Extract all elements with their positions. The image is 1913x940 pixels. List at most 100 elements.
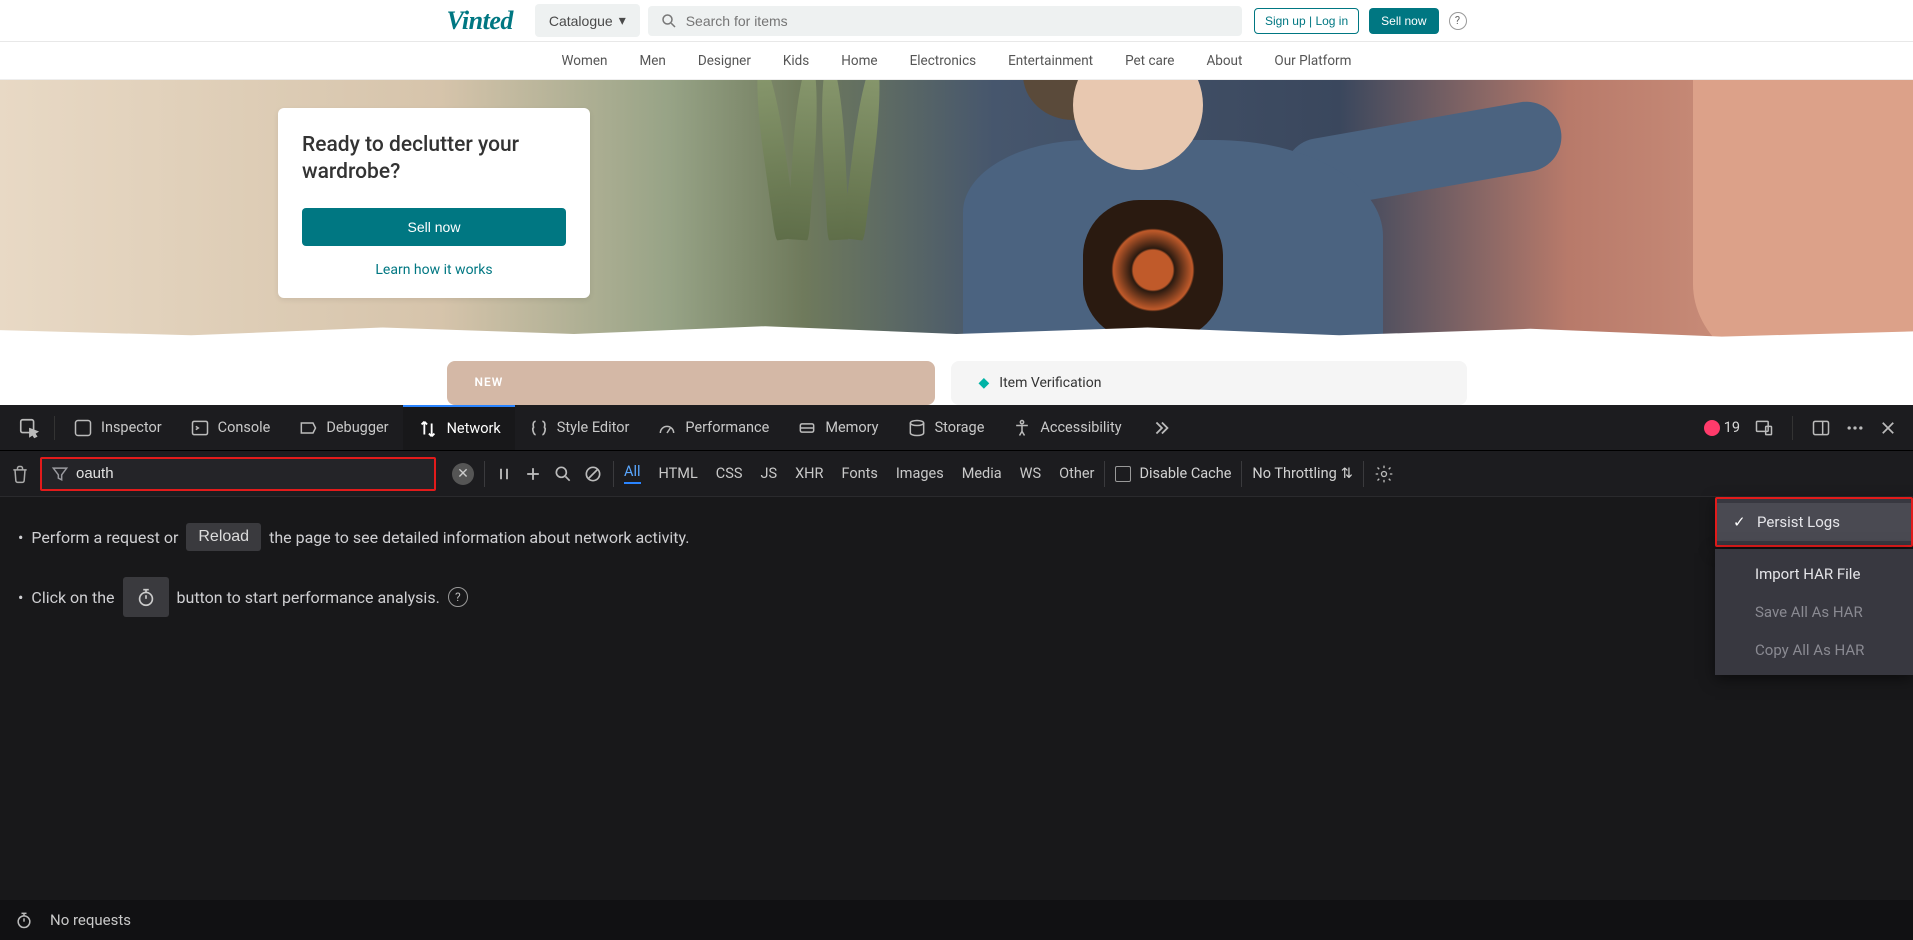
menu-save-har: Save All As HAR — [1715, 593, 1913, 631]
promo-card-new[interactable]: NEW — [447, 361, 935, 405]
filter-ws[interactable]: WS — [1020, 465, 1041, 482]
plus-icon[interactable] — [523, 464, 543, 484]
reload-button[interactable]: Reload — [186, 523, 261, 551]
hero-card: Ready to declutter yourwardrobe? Sell no… — [278, 108, 590, 298]
filter-icon — [50, 464, 70, 484]
pause-icon[interactable] — [495, 465, 513, 483]
filter-html[interactable]: HTML — [659, 465, 698, 482]
throttling-select[interactable]: No Throttling ⇅ — [1252, 465, 1352, 482]
menu-import-har[interactable]: Import HAR File — [1715, 555, 1913, 593]
tab-inspector[interactable]: Inspector — [59, 405, 176, 450]
bullet-icon: • — [18, 588, 23, 607]
nav-item[interactable]: Pet care — [1125, 53, 1174, 69]
filter-images[interactable]: Images — [896, 465, 944, 482]
nav-item[interactable]: Men — [639, 53, 665, 69]
filter-fonts[interactable]: Fonts — [841, 465, 877, 482]
header-right: Sign up | Log in Sell now ? — [1254, 8, 1467, 34]
filter-css[interactable]: CSS — [716, 465, 743, 482]
nav-item[interactable]: Designer — [698, 53, 751, 69]
network-settings-menu-rest: Import HAR File Save All As HAR Copy All… — [1715, 549, 1913, 675]
disable-cache-checkbox[interactable]: Disable Cache — [1115, 465, 1231, 482]
below-hero: NEW ◆ Item Verification — [447, 361, 1467, 405]
performance-icon — [657, 418, 677, 438]
hero-title: Ready to declutter yourwardrobe? — [302, 132, 566, 186]
tab-style-editor[interactable]: Style Editor — [515, 405, 644, 450]
network-toolbar: ✕ All HTML CSS JS XHR Fonts Images Media… — [0, 451, 1913, 497]
learn-how-link[interactable]: Learn how it works — [302, 262, 566, 278]
vinted-logo[interactable]: Vinted — [447, 6, 513, 36]
vinted-nav: Women Men Designer Kids Home Electronics… — [0, 42, 1913, 80]
vinted-page: Vinted Catalogue ▾ Sign up | Log in Sell… — [0, 0, 1913, 405]
nav-item[interactable]: Kids — [783, 53, 809, 69]
filter-other[interactable]: Other — [1059, 465, 1094, 482]
filter-media[interactable]: Media — [962, 465, 1002, 482]
sort-icon: ⇅ — [1341, 465, 1353, 482]
hero-image — [803, 80, 1913, 345]
tab-accessibility[interactable]: Accessibility — [998, 405, 1135, 450]
menu-copy-har: Copy All As HAR — [1715, 631, 1913, 669]
filter-urls-box[interactable] — [40, 457, 436, 491]
filter-urls-input[interactable] — [76, 465, 434, 482]
nav-item[interactable]: Entertainment — [1008, 53, 1093, 69]
network-settings-menu: ✓ Persist Logs — [1715, 497, 1913, 547]
filter-all[interactable]: All — [624, 463, 641, 484]
clear-filter-button[interactable]: ✕ — [452, 463, 474, 485]
bullet-icon: • — [18, 528, 23, 547]
stopwatch-icon — [135, 586, 157, 608]
tab-network[interactable]: Network — [403, 405, 515, 450]
vinted-header: Vinted Catalogue ▾ Sign up | Log in Sell… — [0, 0, 1913, 42]
nav-item[interactable]: Our Platform — [1274, 53, 1351, 69]
nav-item[interactable]: Electronics — [910, 53, 977, 69]
new-badge: NEW — [475, 375, 504, 389]
gear-icon[interactable] — [1374, 464, 1394, 484]
footer-status: No requests — [50, 911, 131, 929]
diamond-icon: ◆ — [979, 375, 990, 391]
tab-storage[interactable]: Storage — [893, 405, 999, 450]
inspector-icon — [73, 418, 93, 438]
tab-memory[interactable]: Memory — [783, 405, 892, 450]
tab-performance[interactable]: Performance — [643, 405, 783, 450]
stopwatch-icon[interactable] — [14, 910, 34, 930]
tab-debugger[interactable]: Debugger — [284, 405, 402, 450]
menu-persist-logs[interactable]: ✓ Persist Logs — [1717, 503, 1911, 541]
promo-verify-label: Item Verification — [999, 375, 1101, 391]
tab-overflow[interactable] — [1136, 405, 1186, 450]
responsive-icon[interactable] — [1754, 418, 1774, 438]
search-icon[interactable] — [553, 464, 573, 484]
hero-sell-now-button[interactable]: Sell now — [302, 208, 566, 246]
search-bar[interactable] — [648, 6, 1242, 36]
help-icon[interactable]: ? — [1449, 12, 1467, 30]
search-input[interactable] — [686, 13, 1230, 29]
nav-item[interactable]: Home — [841, 53, 877, 69]
help-icon[interactable]: ? — [448, 587, 468, 607]
close-icon[interactable] — [1879, 419, 1897, 437]
error-count[interactable]: 19 — [1704, 419, 1740, 436]
nav-item[interactable]: Women — [562, 53, 608, 69]
block-icon[interactable] — [583, 464, 603, 484]
error-dot-icon — [1704, 420, 1720, 436]
tab-console[interactable]: Console — [176, 405, 285, 450]
hint-line-2: • Click on the button to start performan… — [18, 577, 1895, 617]
promo-card-verification[interactable]: ◆ Item Verification — [951, 361, 1467, 405]
trash-icon[interactable] — [10, 464, 30, 484]
sell-now-button[interactable]: Sell now — [1369, 8, 1438, 34]
memory-icon — [797, 418, 817, 438]
network-body: • Perform a request or Reload the page t… — [0, 497, 1913, 900]
filter-xhr[interactable]: XHR — [795, 465, 823, 482]
hero-banner: Ready to declutter yourwardrobe? Sell no… — [0, 80, 1913, 345]
stopwatch-button[interactable] — [123, 577, 169, 617]
meatballs-icon[interactable] — [1845, 418, 1865, 438]
console-icon — [190, 418, 210, 438]
check-icon: ✓ — [1733, 513, 1747, 531]
devtools-topright: 19 — [1704, 416, 1905, 440]
filter-js[interactable]: JS — [760, 465, 777, 482]
style-icon — [529, 418, 549, 438]
dock-icon[interactable] — [1811, 418, 1831, 438]
catalogue-label: Catalogue — [549, 13, 613, 29]
accessibility-icon — [1012, 418, 1032, 438]
catalogue-button[interactable]: Catalogue ▾ — [535, 4, 640, 37]
search-icon — [660, 12, 678, 30]
signup-login-button[interactable]: Sign up | Log in — [1254, 8, 1359, 34]
pick-element-button[interactable] — [8, 405, 50, 450]
nav-item[interactable]: About — [1206, 53, 1242, 69]
